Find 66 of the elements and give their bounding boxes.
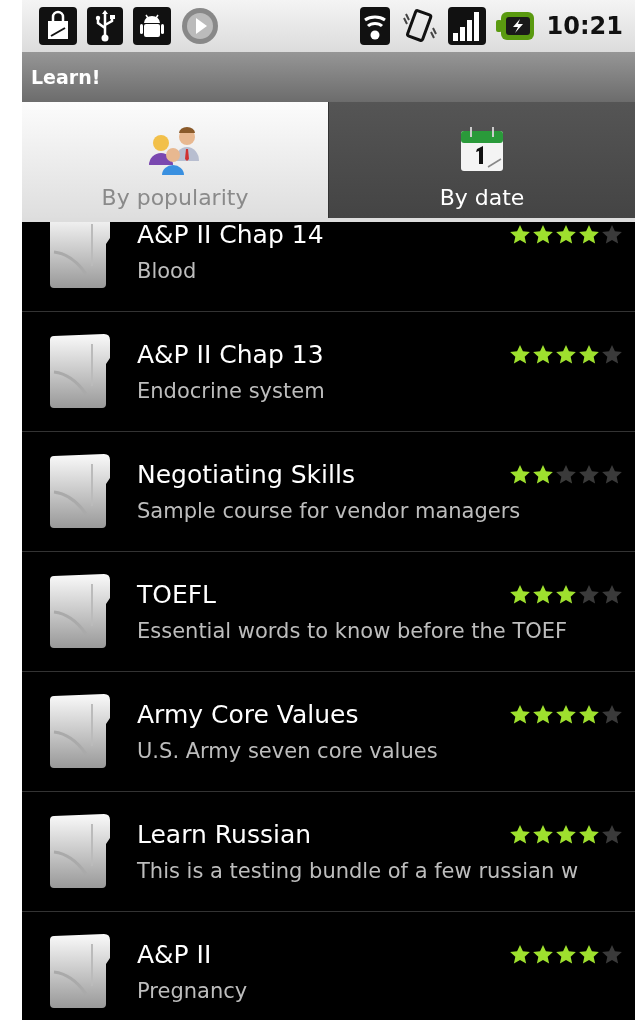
course-row[interactable]: A&P II Chap 13 Endocrine system bbox=[22, 312, 635, 432]
star-icon bbox=[578, 584, 600, 605]
signal-icon bbox=[446, 6, 487, 46]
star-icon bbox=[601, 704, 623, 725]
star-icon bbox=[532, 464, 554, 485]
star-icon bbox=[578, 344, 600, 365]
course-description: U.S. Army seven core values bbox=[137, 739, 439, 763]
course-row[interactable]: Learn Russian This is a testing bundle of a few russian w bbox=[22, 792, 635, 912]
star-icon bbox=[601, 464, 623, 485]
star-icon bbox=[509, 464, 531, 485]
star-icon bbox=[555, 344, 577, 365]
star-icon bbox=[555, 584, 577, 605]
star-icon bbox=[555, 224, 577, 245]
star-icon bbox=[532, 824, 554, 845]
star-icon bbox=[601, 344, 623, 365]
tab[interactable]: By date bbox=[329, 102, 635, 218]
course-row[interactable]: TOEFL Essential words to know before the TOEF bbox=[22, 552, 635, 672]
star-icon bbox=[601, 584, 623, 605]
course-description: Endocrine system bbox=[137, 379, 326, 403]
course-row[interactable]: A&P II Pregnancy bbox=[22, 912, 635, 1020]
star-icon bbox=[532, 344, 554, 365]
star-icon bbox=[532, 224, 554, 245]
star-icon bbox=[555, 944, 577, 965]
battery-charging-icon bbox=[494, 11, 535, 41]
star-icon bbox=[578, 224, 600, 245]
star-icon bbox=[509, 224, 531, 245]
course-title: TOEFL bbox=[137, 580, 217, 609]
star-icon bbox=[509, 344, 531, 365]
wifi-icon bbox=[358, 6, 391, 46]
star-icon bbox=[555, 704, 577, 725]
course-description: Sample course for vendor managers bbox=[137, 499, 522, 523]
app-title: Learn! bbox=[31, 66, 101, 88]
clock-time: 10:21 bbox=[546, 12, 623, 40]
course-title: A&P II Chap 13 bbox=[137, 340, 324, 369]
course-row[interactable]: Negotiating Skills Sample course for vendor managers bbox=[22, 432, 635, 552]
course-description: Essential words to know before the TOEF bbox=[137, 619, 569, 643]
star-icon bbox=[601, 224, 623, 245]
course-row[interactable]: Army Core Values U.S. Army seven core values bbox=[22, 672, 635, 792]
star-icon bbox=[555, 464, 577, 485]
star-icon bbox=[578, 704, 600, 725]
android-robot-icon bbox=[132, 6, 172, 46]
course-title: Negotiating Skills bbox=[137, 460, 355, 489]
star-icon bbox=[578, 824, 600, 845]
star-icon bbox=[578, 464, 600, 485]
star-icon bbox=[532, 944, 554, 965]
star-icon bbox=[601, 944, 623, 965]
course-description: Pregnancy bbox=[137, 979, 249, 1003]
star-icon bbox=[578, 944, 600, 965]
star-icon bbox=[532, 584, 554, 605]
star-icon bbox=[532, 704, 554, 725]
star-icon bbox=[509, 584, 531, 605]
course-title: A&P II Chap 14 bbox=[137, 222, 324, 249]
star-icon bbox=[509, 704, 531, 725]
usb-icon bbox=[86, 6, 124, 46]
shopping-bag-icon bbox=[38, 6, 78, 46]
course-description: This is a testing bundle of a few russian w bbox=[137, 859, 580, 883]
course-title: Army Core Values bbox=[137, 700, 359, 729]
star-icon bbox=[601, 824, 623, 845]
course-row[interactable]: A&P II Chap 14 Blood bbox=[22, 222, 635, 312]
course-description: Blood bbox=[137, 259, 198, 283]
course-title: Learn Russian bbox=[137, 820, 312, 849]
star-icon bbox=[509, 944, 531, 965]
star-icon bbox=[509, 824, 531, 845]
star-icon bbox=[555, 824, 577, 845]
play-icon bbox=[180, 6, 220, 46]
course-title: A&P II bbox=[137, 940, 212, 969]
